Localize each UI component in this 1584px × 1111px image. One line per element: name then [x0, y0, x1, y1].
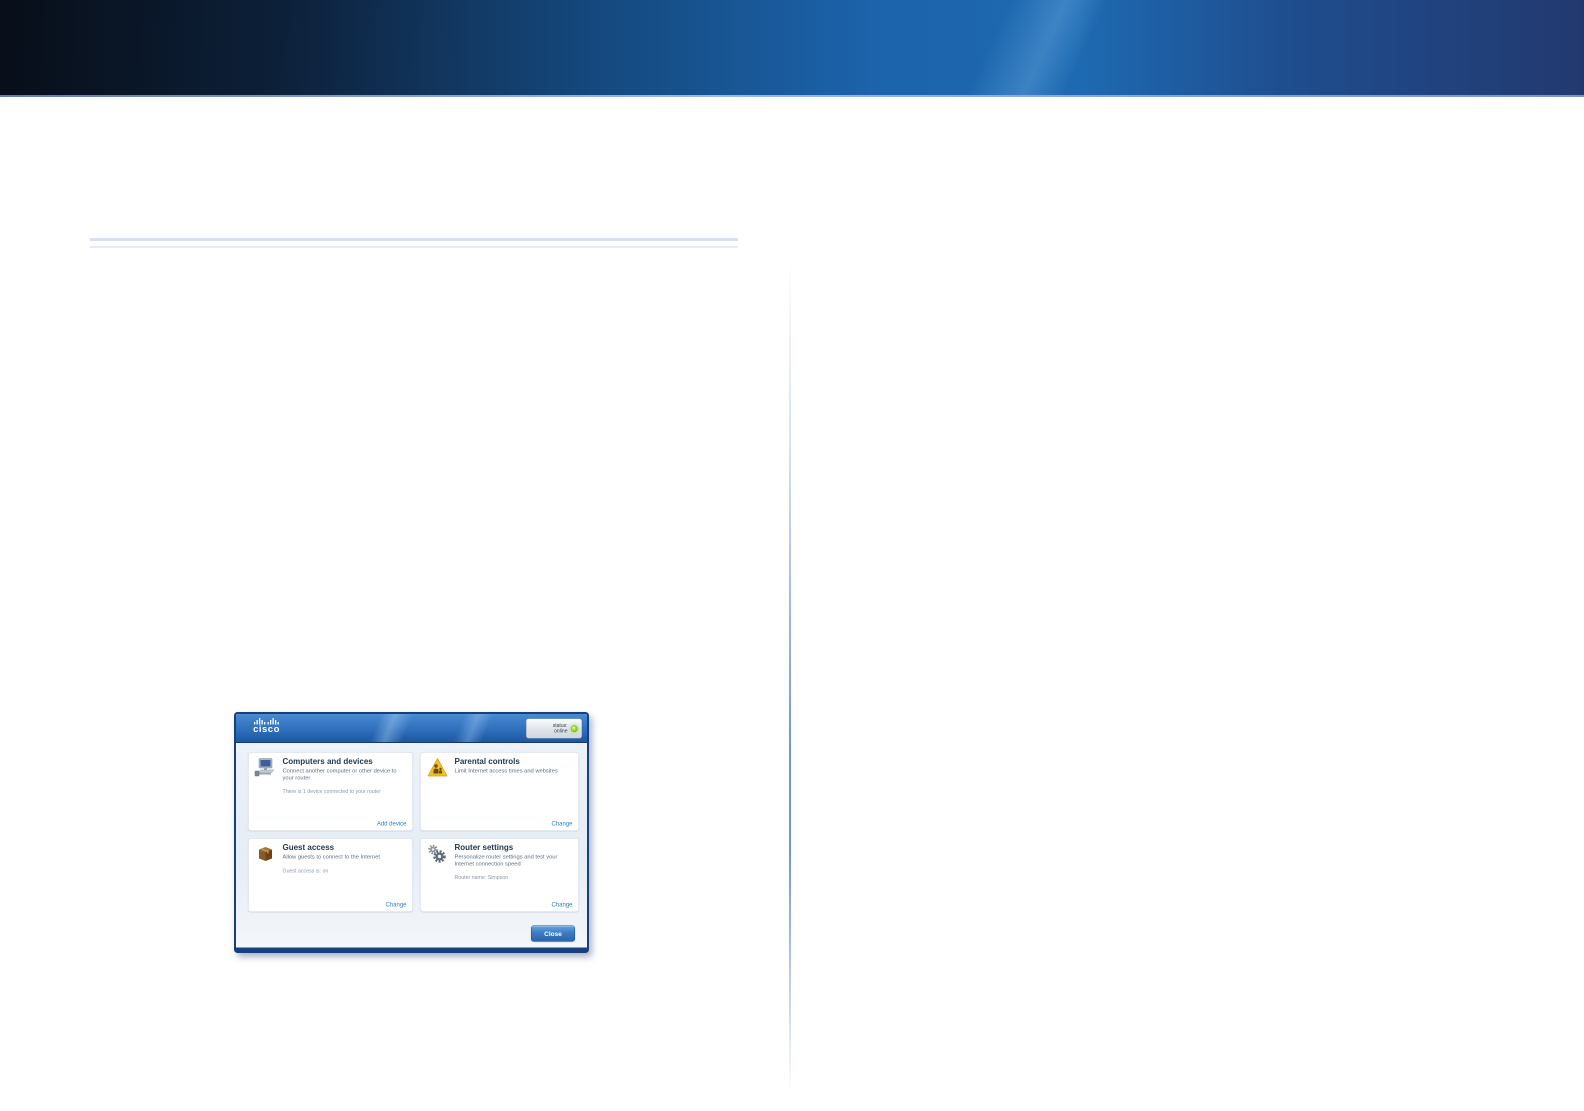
network-status-text: status: online: [553, 723, 568, 734]
panel-description: Allow guests to connect to the Internet: [282, 854, 380, 860]
cisco-logo-text: cisco: [253, 724, 280, 735]
computer-icon: [254, 758, 278, 795]
panel-title: Guest access: [282, 843, 335, 853]
window-body: Computers and devices Connect another co…: [236, 744, 587, 948]
cisco-connect-screenshot: cisco status: online Computers and devic…: [234, 712, 944, 1111]
guest-box-icon: [254, 844, 278, 874]
panel-guest-access[interactable]: Guest access Allow guests to connect to …: [248, 838, 413, 912]
user-guide-page: cisco status: online Computers and devic…: [0, 0, 1584, 1111]
cisco-connect-window: cisco status: online Computers and devic…: [234, 712, 589, 953]
panel-title: Computers and devices: [282, 757, 373, 767]
close-button[interactable]: Close: [531, 925, 575, 942]
parental-controls-change-link[interactable]: Change: [551, 820, 572, 827]
panel-title: Parental controls: [454, 757, 520, 767]
cisco-logo: cisco: [244, 718, 289, 734]
panel-title: Router settings: [454, 843, 514, 853]
window-header: cisco status: online: [236, 714, 587, 743]
menu-grid: Computers and devices Connect another co…: [248, 752, 579, 912]
panel-status: There is 1 device connected to your rout…: [282, 788, 381, 795]
heading-rule-bottom: [90, 246, 738, 248]
panel-parental-controls[interactable]: Parental controls Limit Internet access …: [420, 752, 579, 831]
panel-status: Router name: Simpson: [454, 874, 509, 881]
page-top-banner: [0, 0, 1584, 97]
router-settings-change-link[interactable]: Change: [551, 901, 572, 908]
window-footer: Close: [531, 925, 575, 942]
network-status-chip[interactable]: status: online: [526, 718, 582, 739]
panel-description: Personalize router settings and test you…: [454, 854, 558, 867]
panel-router-settings[interactable]: Router settings Personalize router setti…: [420, 838, 579, 912]
gears-icon: [426, 844, 450, 881]
status-line2: online: [554, 728, 568, 735]
add-device-link[interactable]: Add device: [377, 820, 407, 827]
online-led-icon: [571, 725, 578, 732]
panel-description: Connect another computer or other device…: [282, 768, 397, 781]
parental-controls-icon: [426, 758, 450, 778]
guest-access-change-link[interactable]: Change: [385, 901, 406, 908]
panel-status: Guest access is: on: [282, 867, 329, 874]
banner-bottom-edge: [0, 95, 1584, 97]
panel-description: Limit Internet access times and websites: [454, 768, 558, 774]
heading-rule-top: [90, 238, 738, 241]
panel-computers-and-devices[interactable]: Computers and devices Connect another co…: [248, 752, 413, 831]
